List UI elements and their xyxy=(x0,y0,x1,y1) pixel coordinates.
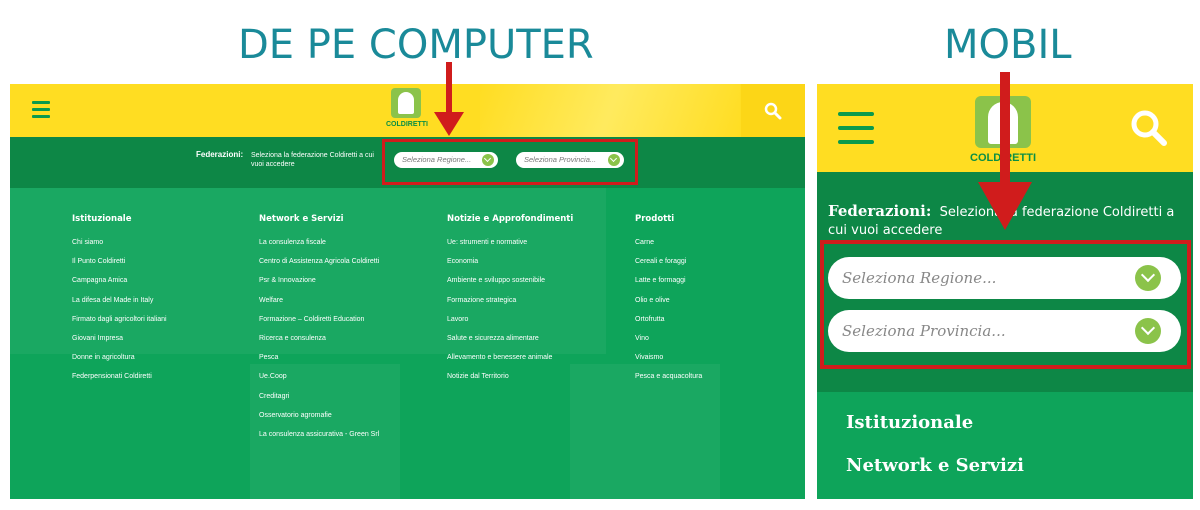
menu-link[interactable]: Chi siamo xyxy=(72,238,167,257)
menu-link[interactable]: Lavoro xyxy=(447,315,573,334)
highlight-box xyxy=(382,139,638,185)
menu-heading: Notizie e Approfondimenti xyxy=(447,214,574,224)
menu-link[interactable]: Osservatorio agromafie xyxy=(259,411,379,430)
menu-link[interactable]: Olio e olive xyxy=(635,296,702,315)
menu-link[interactable]: Federpensionati Coldiretti xyxy=(72,372,167,391)
menu-link[interactable]: Cereali e foraggi xyxy=(635,257,702,276)
menu-link[interactable]: Il Punto Coldiretti xyxy=(72,257,167,276)
menu-link[interactable]: Giovani Impresa xyxy=(72,334,167,353)
desktop-caption: DE PE COMPUTER xyxy=(238,22,594,68)
menu-link[interactable]: Campagna Amica xyxy=(72,276,167,295)
menu-link[interactable]: Ambiente e sviluppo sostenibile xyxy=(447,276,573,295)
menu-link[interactable]: Ricerca e consulenza xyxy=(259,334,379,353)
menu-link[interactable]: Pesca xyxy=(259,353,379,372)
menu-heading: Istituzionale xyxy=(72,214,132,224)
menu-link[interactable]: Donne in agricoltura xyxy=(72,353,167,372)
menu-link[interactable]: Carne xyxy=(635,238,702,257)
menu-column-istituzionale: Istituzionale Chi siamo Il Punto Coldire… xyxy=(72,214,167,392)
search-button[interactable] xyxy=(1129,108,1169,148)
menu-link[interactable]: La difesa del Made in Italy xyxy=(72,296,167,315)
menu-column-prodotti: Prodotti Carne Cereali e foraggi Latte e… xyxy=(635,214,702,392)
menu-heading: Network e Servizi xyxy=(259,214,344,224)
menu-link[interactable]: Economia xyxy=(447,257,573,276)
menu-link[interactable]: Salute e sicurezza alimentare xyxy=(447,334,573,353)
hamburger-menu-icon[interactable] xyxy=(32,101,50,118)
down-arrow-icon xyxy=(434,62,464,136)
menu-link[interactable]: Ortofrutta xyxy=(635,315,702,334)
menu-column-network: Network e Servizi La consulenza fiscale … xyxy=(259,214,379,449)
menu-link[interactable]: Ue: strumenti e normative xyxy=(447,238,573,257)
search-icon xyxy=(764,102,782,119)
federazioni-label: Federazioni: xyxy=(196,150,244,159)
menu-link[interactable]: La consulenza fiscale xyxy=(259,238,379,257)
logo-mark-icon xyxy=(391,88,421,118)
menu-link[interactable]: Centro di Assistenza Agricola Coldiretti xyxy=(259,257,379,276)
menu-link[interactable]: La consulenza assicurativa - Green Srl xyxy=(259,430,379,449)
menu-heading: Prodotti xyxy=(635,214,675,224)
menu-link[interactable]: Formazione strategica xyxy=(447,296,573,315)
desktop-view: COLDIRETTI Federazioni: Seleziona la fed… xyxy=(10,84,805,499)
search-icon xyxy=(1131,110,1167,146)
menu-link[interactable]: Notizie dal Territorio xyxy=(447,372,573,391)
menu-column-notizie: Notizie e Approfondimenti Ue: strumenti … xyxy=(447,214,573,392)
comparison-stage: DE PE COMPUTER MOBIL COLDIRETTI Federazi… xyxy=(0,0,1200,510)
federazioni-label: Federazioni: xyxy=(828,202,932,220)
header-decoration xyxy=(480,84,740,137)
menu-link[interactable]: Welfare xyxy=(259,296,379,315)
menu-link[interactable]: Allevamento e benessere animale xyxy=(447,353,573,372)
desktop-header: COLDIRETTI xyxy=(10,84,805,137)
menu-link[interactable]: Pesca e acquacoltura xyxy=(635,372,702,391)
mobile-caption: MOBIL xyxy=(944,22,1072,68)
down-arrow-icon xyxy=(978,72,1032,230)
logo-text: COLDIRETTI xyxy=(386,121,428,128)
menu-link[interactable]: Ue.Coop xyxy=(259,372,379,391)
menu-link[interactable]: Formazione – Coldiretti Education xyxy=(259,315,379,334)
menu-link[interactable]: Creditagri xyxy=(259,392,379,411)
menu-link[interactable]: Latte e formaggi xyxy=(635,276,702,295)
menu-item-istituzionale[interactable]: Istituzionale xyxy=(846,412,973,433)
search-button[interactable] xyxy=(741,84,805,137)
menu-link[interactable]: Vivaismo xyxy=(635,353,702,372)
menu-item-network[interactable]: Network e Servizi xyxy=(846,455,1024,476)
coldiretti-logo[interactable]: COLDIRETTI xyxy=(386,88,428,134)
menu-link[interactable]: Firmato dagli agricoltori italiani xyxy=(72,315,167,334)
highlight-box xyxy=(820,240,1191,369)
menu-link[interactable]: Vino xyxy=(635,334,702,353)
federazioni-description: Seleziona la federazione Coldiretti a cu… xyxy=(251,152,374,168)
menu-link[interactable]: Psr & Innovazione xyxy=(259,276,379,295)
hamburger-menu-icon[interactable] xyxy=(838,112,874,144)
